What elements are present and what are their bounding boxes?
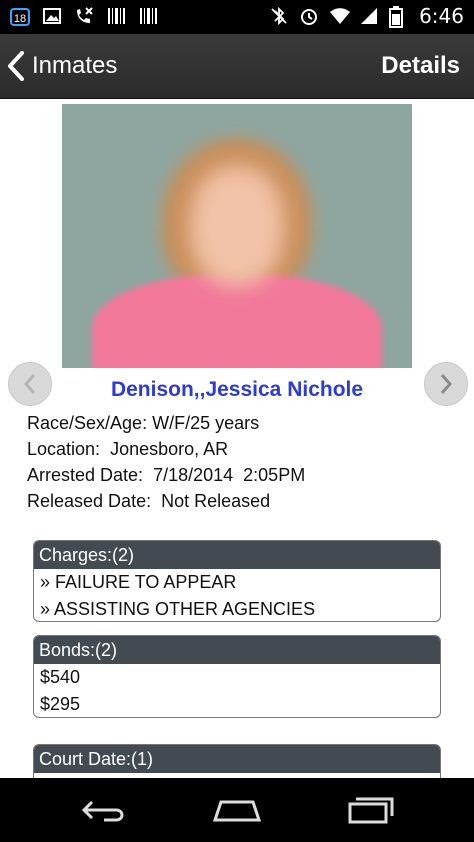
inmate-name[interactable]: Denison,,Jessica Nichole <box>0 378 474 402</box>
back-label: Inmates <box>32 52 118 79</box>
recent-apps-icon <box>348 797 394 824</box>
info-label: Arrested Date: <box>27 465 144 485</box>
bonds-header: Bonds:(2) <box>34 636 440 664</box>
charge-item: » FAILURE TO APPEAR <box>40 572 237 592</box>
bonds-panel: Bonds:(2) $540 $295 <box>33 635 441 718</box>
system-home-button[interactable] <box>207 792 267 828</box>
charges-header: Charges:(2) <box>34 541 440 569</box>
calendar-badge: 18 <box>14 13 26 25</box>
info-row-location: Location: Jonesboro, AR <box>27 436 305 462</box>
info-label: Race/Sex/Age: <box>27 413 148 433</box>
system-recent-apps-button[interactable] <box>340 792 400 828</box>
alarm-icon <box>299 6 319 26</box>
bond-item: $540 <box>40 667 81 687</box>
calendar-icon: 18 <box>10 6 30 26</box>
status-bar: 18 6:46 <box>0 0 474 34</box>
image-icon <box>42 6 62 26</box>
barcode-icon <box>138 6 158 26</box>
info-value: 7/18/2014 2:05PM <box>153 465 306 485</box>
info-row-arrested-date: Arrested Date: 7/18/2014 2:05PM <box>27 462 305 488</box>
photo-blurred-face <box>190 166 284 286</box>
info-label: Location: <box>27 439 101 459</box>
action-bar: Inmates Details <box>0 34 474 99</box>
info-value: Not Released <box>161 491 271 511</box>
system-nav-bar <box>0 778 474 842</box>
charges-panel: Charges:(2) » FAILURE TO APPEAR » ASSIST… <box>33 540 441 622</box>
bluetooth-muted-icon <box>269 6 289 26</box>
page-title: Details <box>381 52 460 79</box>
signal-icon <box>359 6 379 26</box>
back-button[interactable]: Inmates <box>6 46 117 86</box>
photo-shirt <box>92 274 382 368</box>
bond-item: $295 <box>40 694 81 714</box>
missed-call-icon <box>74 6 94 26</box>
battery-icon <box>389 6 409 28</box>
charge-item: » ASSISTING OTHER AGENCIES <box>40 599 316 619</box>
info-value: W/F/25 years <box>152 413 260 433</box>
inmate-photo <box>62 104 412 368</box>
system-back-button[interactable] <box>74 792 134 828</box>
info-row-released-date: Released Date: Not Released <box>27 488 305 514</box>
info-row-race-sex-age: Race/Sex/Age: W/F/25 years <box>27 410 305 436</box>
status-time: 6:46 <box>419 4 464 28</box>
inmate-info: Race/Sex/Age: W/F/25 years Location: Jon… <box>27 410 305 514</box>
barcode-icon <box>106 6 126 26</box>
chevron-left-icon <box>8 51 24 81</box>
court-date-header: Court Date:(1) <box>34 745 440 773</box>
info-label: Released Date: <box>27 491 152 511</box>
info-value: Jonesboro, AR <box>110 439 229 459</box>
wifi-icon <box>329 6 351 26</box>
back-arrow-icon <box>81 800 124 822</box>
home-icon <box>212 800 262 822</box>
